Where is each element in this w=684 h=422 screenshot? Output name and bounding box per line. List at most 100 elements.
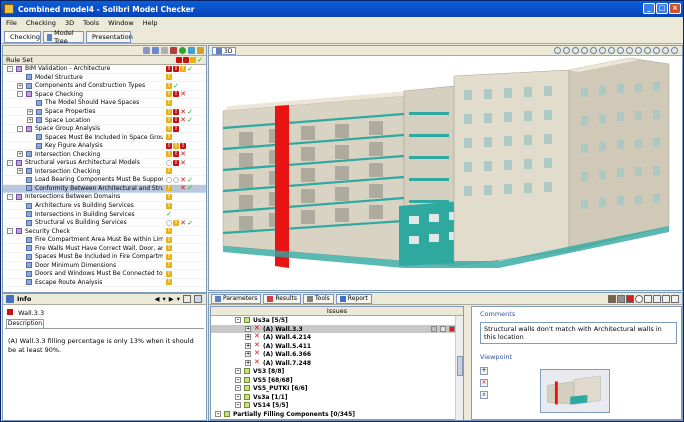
maximize-panel-icon[interactable]	[662, 295, 670, 303]
hide-icon[interactable]	[599, 47, 606, 54]
issue-row[interactable]: - Us3a [5/5]	[211, 316, 463, 325]
back-icon[interactable]: ◀	[154, 295, 159, 303]
rule-row[interactable]: Doors and Windows Must Be Connected to S…	[3, 270, 206, 279]
viewpoint-thumbnail[interactable]	[540, 369, 610, 413]
scroll-thumb[interactable]	[457, 356, 463, 376]
restore-panel-icon[interactable]	[671, 295, 679, 303]
remove-viewpoint-icon[interactable]: ×	[480, 379, 488, 387]
minimize-button[interactable]: _	[643, 3, 655, 14]
rule-row[interactable]: Conformity Between Architectural and Str…	[3, 184, 206, 194]
dropdown-icon[interactable]: ▾	[162, 295, 165, 303]
maximize-button[interactable]: □	[656, 3, 668, 14]
orbit-icon[interactable]	[563, 47, 570, 54]
rule-row[interactable]: Structural vs Building Services! ✕ ✓	[3, 219, 206, 228]
expander-icon[interactable]: -	[235, 376, 241, 383]
zoom-window-icon[interactable]	[653, 47, 660, 54]
rule-row[interactable]: Fire Walls Must Have Correct Wall, Door,…	[3, 244, 206, 254]
rule-row[interactable]: - BIM Validation - Architecture!!! ✓	[3, 65, 206, 74]
expander-icon[interactable]: -	[7, 65, 13, 72]
view-settings-icon[interactable]	[662, 47, 669, 54]
rule-row[interactable]: + Components and Construction Types! ✓	[3, 82, 206, 91]
expander-icon[interactable]: +	[245, 334, 251, 340]
tab-results[interactable]: Results	[263, 293, 302, 304]
issue-row[interactable]: + ✕ (A) Wall.6.366	[211, 350, 463, 359]
issue-row[interactable]: - VS14 [5/5]	[211, 401, 463, 410]
add-viewpoint-icon[interactable]: +	[480, 367, 488, 375]
run-check-icon[interactable]	[179, 47, 186, 54]
issue-row[interactable]: + ✕ (A) Wall.4.214	[211, 333, 463, 342]
zoom-in-icon[interactable]	[626, 47, 633, 54]
expander-icon[interactable]: +	[245, 351, 251, 357]
open-ruleset-icon[interactable]	[143, 47, 150, 54]
rule-row[interactable]: - Security Check!	[3, 227, 206, 236]
rule-row[interactable]: The Model Should Have Spaces!	[3, 99, 206, 108]
measure-icon[interactable]	[590, 47, 597, 54]
expander-icon[interactable]: +	[27, 108, 33, 115]
comment-icon[interactable]	[431, 325, 437, 332]
slide-icon[interactable]	[608, 295, 616, 303]
rule-row[interactable]: Model Structure!	[3, 74, 206, 83]
expander-icon[interactable]: +	[27, 117, 33, 124]
expander-icon[interactable]: -	[215, 410, 221, 417]
hide-results-icon[interactable]	[617, 295, 625, 303]
rule-row[interactable]: Escape Route Analysis!	[3, 279, 206, 288]
tab-parameters[interactable]: Parameters	[211, 293, 262, 304]
rule-row[interactable]: Fire Compartment Area Must Be within Lim…	[3, 236, 206, 245]
expander-icon[interactable]: +	[17, 82, 23, 89]
rule-row[interactable]: + Intersection Checking!	[3, 168, 206, 177]
close-button[interactable]: ×	[669, 3, 681, 14]
tab-report[interactable]: Report	[335, 293, 372, 304]
rule-row[interactable]: + Intersection Checking!! ✕	[3, 150, 206, 160]
rule-row[interactable]: Key Figure Analysis!!!	[3, 142, 206, 151]
rule-row[interactable]: Intersections in Building Services ✓	[3, 210, 206, 219]
camera-icon[interactable]	[671, 47, 678, 54]
menu-checking[interactable]: Checking	[26, 19, 56, 27]
expander-icon[interactable]: +	[245, 342, 251, 349]
comments-field[interactable]: Structural walls don't match with Archit…	[480, 322, 677, 344]
rule-row[interactable]: - Space Group Analysis!!	[3, 125, 206, 134]
expander-icon[interactable]: -	[235, 368, 241, 374]
building-model-3d[interactable]	[209, 56, 682, 290]
issue-row[interactable]: + ✕ (A) Wall.3.3	[211, 324, 463, 333]
issue-row[interactable]: + ✕ (A) Wall.5.411	[211, 341, 463, 351]
expand-icon[interactable]	[644, 295, 652, 303]
menu-file[interactable]: File	[6, 19, 17, 27]
expander-icon[interactable]: +	[17, 168, 23, 175]
expander-icon[interactable]: -	[7, 193, 13, 200]
rule-row[interactable]: + Space Properties!! ✕ ✓	[3, 108, 206, 117]
expander-icon[interactable]: -	[235, 385, 241, 391]
save-ruleset-icon[interactable]	[152, 47, 159, 54]
expander-icon[interactable]: +	[17, 151, 23, 158]
rule-row[interactable]: Spaces Must Be Included in Space Groups!	[3, 133, 206, 142]
isolate-icon[interactable]	[608, 47, 615, 54]
rule-row[interactable]: Load Bearing Components Must Be Supporte…	[3, 176, 206, 185]
expander-icon[interactable]: -	[7, 228, 13, 235]
search-icon[interactable]	[635, 295, 643, 303]
rule-row[interactable]: Door Minimum Dimensions!	[3, 262, 206, 271]
rule-row[interactable]: - Space Checking!! ✕	[3, 91, 206, 100]
menu-tools[interactable]: Tools	[83, 19, 99, 27]
expander-icon[interactable]: +	[245, 359, 251, 366]
dropdown-icon-2[interactable]: ▾	[177, 295, 180, 303]
expander-icon[interactable]: -	[235, 317, 241, 323]
rule-row[interactable]: - Structural versus Architectural Models!…	[3, 159, 206, 168]
remove-icon[interactable]	[170, 47, 177, 54]
expander-icon[interactable]: -	[7, 159, 13, 166]
navigate-icon[interactable]	[554, 47, 561, 54]
menu-3d[interactable]: 3D	[65, 19, 74, 27]
lock-icon[interactable]	[197, 47, 204, 54]
expander-icon[interactable]: -	[235, 402, 241, 408]
expander-icon[interactable]: -	[235, 393, 241, 400]
status-icon[interactable]	[440, 325, 446, 332]
issue-row[interactable]: - VS3 [8/8]	[211, 367, 463, 376]
issues-scrollbar[interactable]	[455, 316, 463, 420]
zoom-out-icon[interactable]	[635, 47, 642, 54]
forward-icon[interactable]: ▶	[169, 295, 174, 303]
refresh-icon[interactable]	[188, 47, 195, 54]
info-pick-icon[interactable]	[581, 47, 588, 54]
sync-icon[interactable]	[194, 295, 202, 303]
pin-icon[interactable]	[183, 295, 191, 303]
collapse-icon[interactable]	[653, 295, 661, 303]
rule-row[interactable]: + Space Location!! ✕ ✓	[3, 116, 206, 125]
zoom-fit-icon[interactable]	[644, 47, 651, 54]
